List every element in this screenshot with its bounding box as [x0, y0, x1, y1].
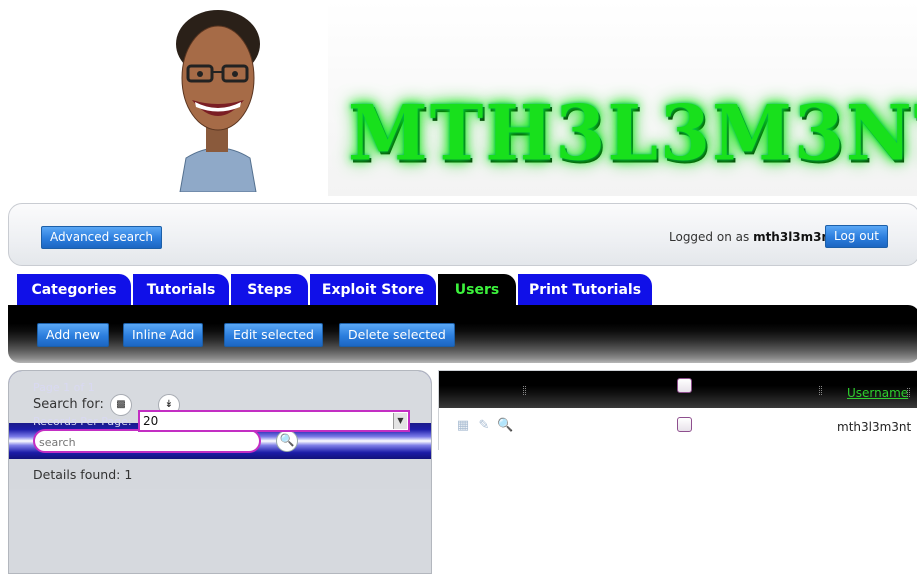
- grid-header: Username: [439, 371, 917, 408]
- table-row: ▦ ✎ 🔍 mth3l3m3nt: [439, 408, 917, 450]
- dropdown-arrow-icon[interactable]: ▼: [393, 413, 407, 429]
- column-header-username[interactable]: Username: [847, 386, 908, 400]
- search-panel: Search for: ▩ ↡ 🔍 Details found: 1 Page …: [8, 370, 432, 574]
- main-tabs: Categories Tutorials Steps Exploit Store…: [0, 274, 917, 306]
- tab-tutorials[interactable]: Tutorials: [133, 274, 229, 306]
- column-resize-handle[interactable]: [819, 386, 822, 395]
- view-record-icon[interactable]: ▦: [455, 418, 471, 434]
- select-all-checkbox[interactable]: [677, 378, 692, 393]
- advanced-search-button[interactable]: Advanced search: [41, 226, 162, 249]
- edit-selected-button[interactable]: Edit selected: [224, 323, 323, 347]
- search-options-icon[interactable]: ▩: [110, 394, 132, 416]
- site-logo: MTH3L3M3NT: [348, 87, 917, 178]
- details-row: Details found: 1: [9, 459, 431, 489]
- magnifier-icon[interactable]: 🔍: [276, 430, 298, 452]
- logout-button[interactable]: Log out: [825, 225, 888, 248]
- page-of-text: Page 1 of 1: [33, 381, 95, 394]
- records-per-page-value: 20: [143, 414, 159, 428]
- delete-selected-button[interactable]: Delete selected: [339, 323, 455, 347]
- column-resize-handle[interactable]: [523, 386, 526, 395]
- tab-exploit-store[interactable]: Exploit Store: [310, 274, 436, 306]
- action-bar: Add new Inline Add Edit selected Delete …: [8, 305, 917, 363]
- search-input[interactable]: [33, 429, 261, 453]
- records-per-page-label: Records Per Page:: [33, 415, 132, 428]
- edit-record-icon[interactable]: ✎: [476, 418, 492, 434]
- search-for-label: Search for:: [33, 397, 104, 412]
- top-bar: Advanced search Logged on as mth3l3m3nt …: [8, 203, 917, 266]
- tab-users[interactable]: Users: [438, 274, 516, 306]
- logged-on-status: Logged on as mth3l3m3nt: [669, 230, 836, 244]
- row-checkbox[interactable]: [677, 417, 692, 432]
- tab-print-tutorials[interactable]: Print Tutorials: [518, 274, 652, 306]
- logged-username: mth3l3m3nt: [753, 230, 836, 244]
- add-new-button[interactable]: Add new: [37, 323, 110, 347]
- cell-username: mth3l3m3nt: [837, 420, 912, 434]
- column-resize-handle[interactable]: [907, 388, 910, 397]
- inline-add-button[interactable]: Inline Add: [123, 323, 204, 347]
- caricature-avatar: [176, 10, 260, 192]
- page-header: MTH3L3M3NT: [0, 0, 917, 200]
- users-grid: Username ▦ ✎ 🔍 mth3l3m3nt: [438, 370, 917, 450]
- details-found-text: Details found: 1: [33, 467, 133, 482]
- tab-categories[interactable]: Categories: [17, 274, 131, 306]
- tab-steps[interactable]: Steps: [231, 274, 308, 306]
- magnifier-icon[interactable]: 🔍: [497, 418, 513, 434]
- logged-on-prefix: Logged on as: [669, 230, 750, 244]
- records-per-page-select[interactable]: 20 ▼: [138, 410, 410, 432]
